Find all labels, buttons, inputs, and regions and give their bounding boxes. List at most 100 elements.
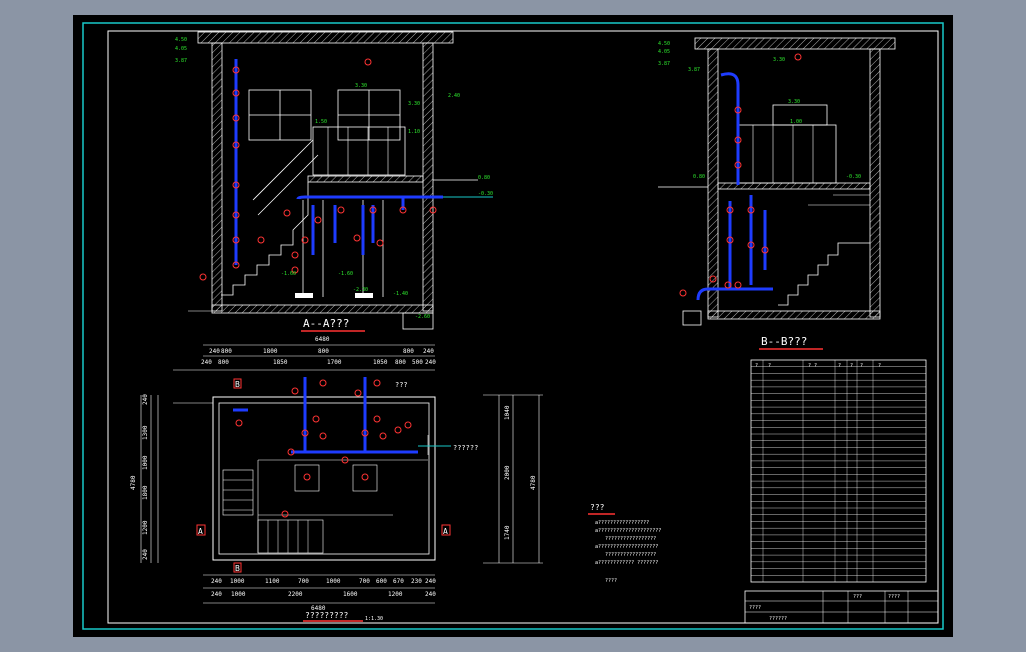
plan-label-pipe: ??????: [453, 444, 478, 452]
svg-text:?: ?: [860, 363, 863, 369]
svg-text:240: 240: [425, 578, 436, 585]
svg-text:1300: 1300: [142, 425, 149, 440]
svg-text:2000: 2000: [504, 465, 511, 480]
svg-text:0.80: 0.80: [478, 175, 490, 181]
svg-text:-1.40: -1.40: [393, 291, 408, 297]
section-bb: [658, 37, 896, 326]
inner-border: [107, 30, 939, 624]
svg-text:4.05: 4.05: [658, 49, 670, 55]
drawing-sheet: 4.50 4.05 3.87 3.30 3.30 1.50 1.10 2.40 …: [73, 15, 953, 637]
svg-text:?: ?: [878, 363, 881, 369]
svg-text:240: 240: [201, 359, 212, 366]
svg-text:1000: 1000: [230, 578, 245, 585]
svg-text:A: A: [198, 527, 203, 536]
plan-caption: ?????????: [305, 611, 349, 620]
svg-text:1.50: 1.50: [315, 119, 327, 125]
svg-text:B: B: [235, 564, 240, 573]
cad-drawing: 4.50 4.05 3.87 3.30 3.30 1.50 1.10 2.40 …: [82, 22, 944, 630]
svg-text:3.30: 3.30: [788, 99, 800, 105]
svg-text:240: 240: [425, 591, 436, 598]
svg-text:240: 240: [142, 394, 149, 405]
section-aa-title: A--A???: [303, 317, 349, 330]
svg-text:800: 800: [403, 348, 414, 355]
svg-text:a????????????????????: a????????????????????: [595, 544, 658, 550]
svg-text:6480: 6480: [315, 336, 330, 343]
svg-text:1740: 1740: [504, 525, 511, 540]
elevations-bb: 4.50 4.05 3.87 3.30 3.87 3.30 1.00 0.80 …: [658, 41, 861, 180]
svg-text:-2.60: -2.60: [415, 314, 430, 320]
notes: ??? a????????????????? a????????????????…: [588, 503, 661, 584]
svg-text:240: 240: [211, 578, 222, 585]
plan-label-q: ???: [395, 381, 408, 389]
svg-text:????: ????: [888, 594, 900, 600]
svg-text:4780: 4780: [530, 475, 537, 490]
plan-vertical-dims: 4780 240 1300 1000 1800 1200 240 1040 20…: [130, 394, 537, 560]
svg-text:3.30: 3.30: [355, 83, 367, 89]
svg-text:?: ?: [768, 363, 771, 369]
svg-text:1800: 1800: [263, 348, 278, 355]
svg-text:800: 800: [218, 359, 229, 366]
svg-text:??????: ??????: [769, 616, 787, 622]
svg-text:1.00: 1.00: [790, 119, 802, 125]
svg-text:-2.30: -2.30: [353, 287, 368, 293]
svg-text:240: 240: [142, 549, 149, 560]
svg-text:4.50: 4.50: [175, 37, 187, 43]
svg-text:1050: 1050: [373, 359, 388, 366]
svg-text:240: 240: [209, 348, 220, 355]
svg-text:???: ???: [853, 594, 862, 600]
svg-text:240: 240: [423, 348, 434, 355]
svg-text:1000: 1000: [231, 591, 246, 598]
svg-text:A: A: [443, 527, 448, 536]
svg-text:B: B: [235, 380, 240, 389]
svg-text:????: ????: [749, 605, 761, 611]
svg-text:-0.30: -0.30: [478, 191, 493, 197]
svg-text:3.87: 3.87: [658, 61, 670, 67]
svg-text:???: ???: [590, 503, 605, 512]
svg-text:a?????????????????: a?????????????????: [595, 520, 649, 526]
svg-text:-0.30: -0.30: [846, 174, 861, 180]
svg-text:?: ?: [850, 363, 853, 369]
svg-text:240: 240: [211, 591, 222, 598]
svg-text:2.40: 2.40: [448, 93, 460, 99]
svg-text:1100: 1100: [265, 578, 280, 585]
pipes-plan: [233, 377, 418, 454]
svg-text:1200: 1200: [142, 520, 149, 535]
plan-scale: 1:1.30: [365, 616, 383, 622]
plan-dims: [140, 344, 543, 604]
svg-text:700: 700: [298, 578, 309, 585]
svg-text:240: 240: [425, 359, 436, 366]
section-markers: B B A A: [196, 378, 451, 573]
svg-text:800: 800: [221, 348, 232, 355]
svg-text:1800: 1800: [142, 485, 149, 500]
svg-text:1040: 1040: [504, 405, 511, 420]
svg-text:1850: 1850: [273, 359, 288, 366]
svg-text:?: ?: [838, 363, 841, 369]
svg-text:3.87: 3.87: [175, 58, 187, 64]
svg-text:4.05: 4.05: [175, 46, 187, 52]
svg-text:4.50: 4.50: [658, 41, 670, 47]
svg-text:800: 800: [318, 348, 329, 355]
svg-text:a?????????????????????: a?????????????????????: [595, 528, 661, 534]
svg-text:500: 500: [412, 359, 423, 366]
svg-text:230: 230: [411, 578, 422, 585]
svg-text:?????????????????: ?????????????????: [605, 552, 656, 558]
svg-text:?????????????????: ?????????????????: [605, 536, 656, 542]
svg-text:800: 800: [395, 359, 406, 366]
section-bb-title: B--B???: [761, 335, 807, 348]
svg-text:1.10: 1.10: [408, 129, 420, 135]
svg-text:1000: 1000: [142, 455, 149, 470]
svg-text:3.87: 3.87: [688, 67, 700, 73]
svg-text:3.30: 3.30: [408, 101, 420, 107]
svg-text:4780: 4780: [130, 475, 137, 490]
svg-text:2200: 2200: [288, 591, 303, 598]
title-block: ???? ?????? ??? ????: [744, 590, 939, 624]
svg-text:670: 670: [393, 578, 404, 585]
svg-text:600: 600: [376, 578, 387, 585]
svg-text:0.80: 0.80: [693, 174, 705, 180]
svg-text:1700: 1700: [327, 359, 342, 366]
svg-text:1600: 1600: [343, 591, 358, 598]
svg-text:? ?: ? ?: [808, 363, 817, 369]
svg-text:????: ????: [605, 578, 617, 584]
svg-text:3.30: 3.30: [773, 57, 785, 63]
svg-text:1000: 1000: [326, 578, 341, 585]
